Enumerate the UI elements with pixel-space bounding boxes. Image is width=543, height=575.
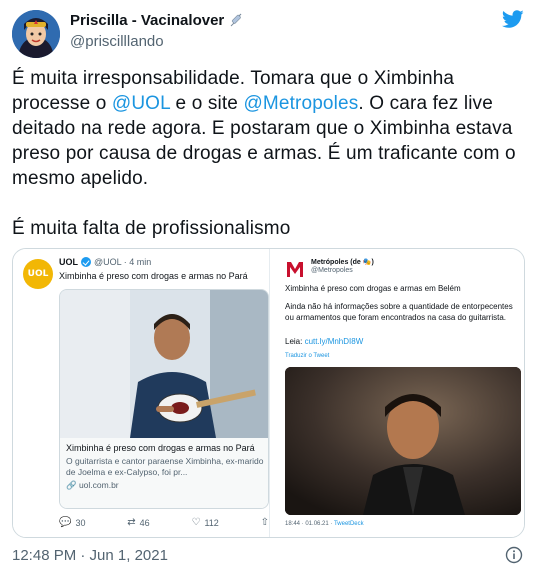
mention-metropoles[interactable]: @Metropoles — [243, 93, 358, 114]
uol-replies: 💬 30 — [59, 517, 85, 528]
metropoles-footer-client: TweetDeck — [333, 521, 364, 527]
uol-card-link: 🔗 uol.com.br — [66, 480, 119, 490]
tweet-media[interactable]: UOL UOL @UOL · 4 min Ximbinha é preso co… — [12, 248, 525, 538]
uol-replies-count: 30 — [75, 517, 86, 528]
tweet-text-part: . O cara fez live deitado na rede agora.… — [12, 93, 516, 239]
uol-card-photo — [60, 290, 268, 438]
metropoles-read-label: Leia: — [285, 337, 305, 346]
tweet-timestamp[interactable]: 12:48 PM · Jun 1, 2021 — [12, 547, 168, 564]
uol-tweet-screenshot[interactable]: UOL UOL @UOL · 4 min Ximbinha é preso co… — [13, 249, 269, 537]
metropoles-footer-time: 18:44 · 01.06.21 · — [285, 521, 334, 527]
author-handle[interactable]: @priscilllando — [70, 33, 164, 50]
uol-name-row: UOL @UOL · 4 min — [59, 257, 151, 267]
tweet-text: É muita irresponsabilidade. Tomara que o… — [12, 66, 534, 241]
metropoles-body: Ainda não há informações sobre a quantid… — [285, 302, 513, 322]
display-name[interactable]: Priscilla - Vacinalover — [70, 12, 224, 29]
verified-icon — [81, 257, 91, 267]
uol-card-description: O guitarrista e cantor paraense Ximbinha… — [66, 456, 264, 477]
retweet-icon: ⇄ — [127, 517, 136, 528]
metropoles-headline: Ximbinha é preso com drogas e armas em B… — [285, 284, 461, 293]
metropoles-photo — [285, 367, 521, 515]
metropoles-read-link: cutt.ly/MnhDI8W — [304, 337, 364, 346]
syringe-icon — [228, 13, 244, 29]
metropoles-handle: @Metropoles — [311, 267, 353, 274]
mention-uol[interactable]: @UOL — [112, 93, 170, 114]
metropoles-read-more: Leia: cutt.ly/MnhDI8W — [285, 337, 363, 346]
like-icon: ♡ — [191, 517, 201, 528]
uol-card-meta: Ximbinha é preso com drogas e armas no P… — [60, 438, 268, 508]
uol-name: UOL — [59, 257, 78, 267]
metropoles-logo-icon — [285, 259, 305, 279]
uol-likes-count: 112 — [204, 517, 219, 528]
avatar[interactable] — [12, 10, 60, 58]
metropoles-tweet-screenshot[interactable]: Metrópoles (de 🎭) @Metropoles Ximbinha é… — [271, 249, 524, 537]
tweet-card: Priscilla - Vacinalover @priscilllando É… — [0, 0, 543, 575]
uol-card-link-text: uol.com.br — [78, 480, 119, 490]
twitter-bird-icon[interactable] — [500, 8, 526, 30]
metropoles-footer: 18:44 · 01.06.21 · TweetDeck — [285, 521, 364, 527]
metropoles-translate: Traduzir o Tweet — [285, 353, 330, 359]
uol-logo-text: UOL — [27, 269, 49, 279]
uol-link-card: Ximbinha é preso com drogas e armas no P… — [59, 289, 269, 509]
reply-icon: 💬 — [59, 517, 72, 528]
metropoles-name: Metrópoles (de 🎭) — [311, 259, 374, 266]
uol-logo: UOL — [23, 259, 53, 289]
uol-retweets-count: 46 — [139, 517, 150, 528]
uol-headline: Ximbinha é preso com drogas e armas no P… — [59, 271, 248, 281]
share-icon: ⇧ — [260, 517, 269, 528]
uol-share: ⇧ — [261, 517, 269, 528]
info-icon[interactable] — [505, 546, 523, 564]
tweet-text-part: e o site — [170, 93, 244, 114]
uol-action-bar: 💬 30 ⇄ 46 ♡ 112 ⇧ — [59, 517, 269, 528]
uol-card-title: Ximbinha é preso com drogas e armas no P… — [66, 443, 255, 453]
uol-handle-time: @UOL · 4 min — [94, 257, 152, 267]
uol-likes: ♡ 112 — [191, 517, 218, 528]
uol-retweets: ⇄ 46 — [127, 517, 149, 528]
author-name-row[interactable]: Priscilla - Vacinalover — [70, 12, 244, 29]
